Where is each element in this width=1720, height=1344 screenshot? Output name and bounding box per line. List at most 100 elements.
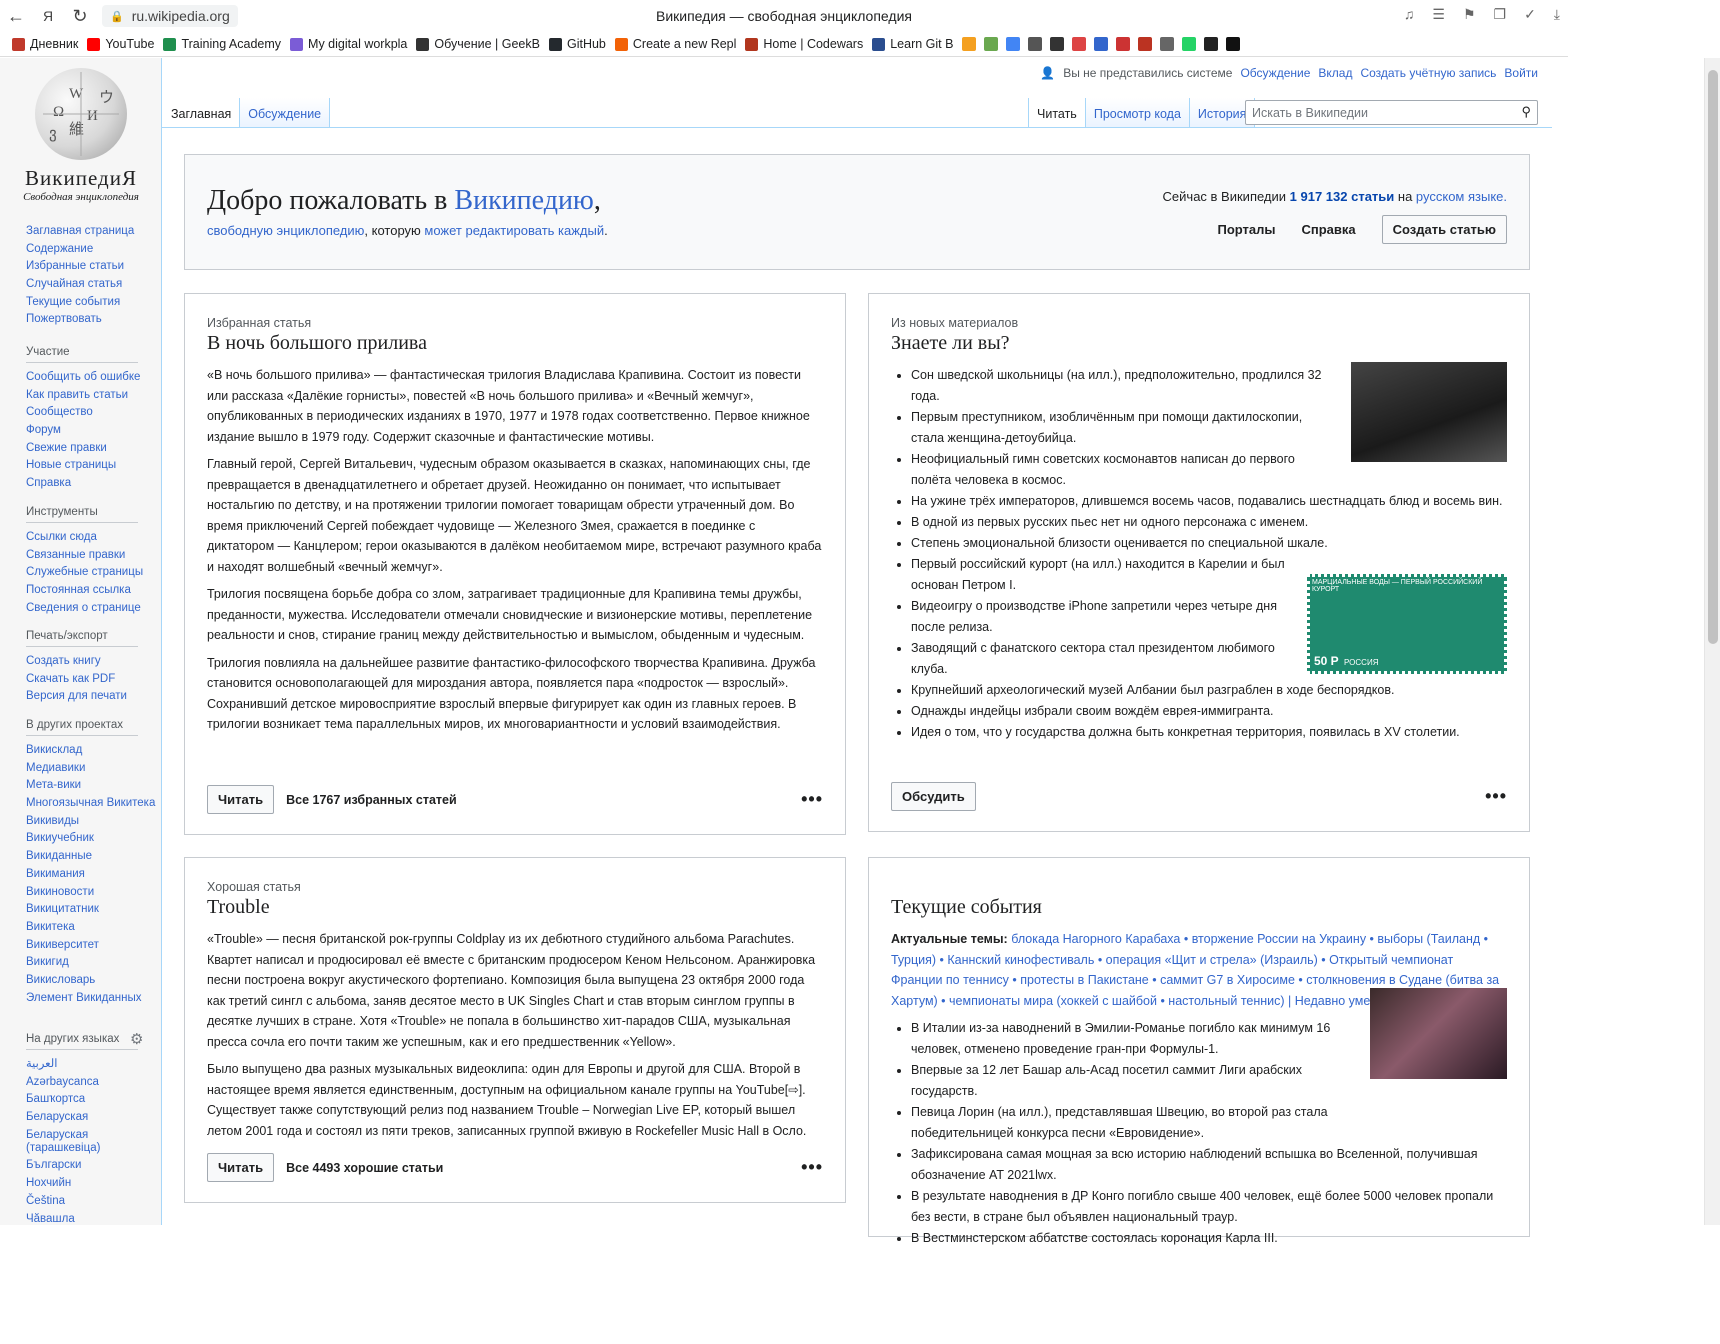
sidebar-link[interactable]: العربية xyxy=(26,1058,161,1071)
extension-icon[interactable]: ✓ xyxy=(1524,6,1536,23)
tab-main-page[interactable]: Заглавная xyxy=(162,98,241,128)
create-account-link[interactable]: Создать учётную запись xyxy=(1360,66,1496,80)
good-read-button[interactable]: Читать xyxy=(207,1153,275,1182)
sidebar-link[interactable]: Ссылки сюда xyxy=(26,531,143,544)
good-title[interactable]: Trouble xyxy=(207,896,823,919)
sidebar-link[interactable]: Содержание xyxy=(26,243,134,256)
more-options-icon[interactable]: ••• xyxy=(801,1157,823,1178)
bookmark-item[interactable]: Training Academy xyxy=(163,37,281,51)
bookmark-icon[interactable] xyxy=(1226,37,1241,51)
tab-view-source[interactable]: Просмотр кода xyxy=(1085,98,1190,128)
sidebar-link[interactable]: Версия для печати xyxy=(26,690,138,703)
bookmark-icon[interactable] xyxy=(1006,37,1021,51)
sidebar-link[interactable]: Български xyxy=(26,1159,161,1172)
download-icon[interactable]: ⤓ xyxy=(1554,6,1560,23)
wikipedia-logo[interactable]: WΩ И 維ウ ვ ВикипедиЯ Свободная энциклопедия xyxy=(18,68,144,203)
yandex-icon[interactable]: Я xyxy=(32,0,64,32)
sidebar-link[interactable]: Викимания xyxy=(26,868,155,881)
sidebar-link[interactable]: Викисловарь xyxy=(26,974,155,987)
bookmark-icon[interactable] xyxy=(962,37,977,51)
all-featured-link[interactable]: Все 1767 избранных статей xyxy=(286,793,457,807)
headphones-icon[interactable]: ♫ xyxy=(1404,6,1415,23)
back-icon[interactable]: ← xyxy=(0,0,32,32)
contributions-link[interactable]: Вклад xyxy=(1318,66,1352,80)
bookmark-item[interactable]: GitHub xyxy=(548,37,606,51)
sidebar-link[interactable]: Нохчийн xyxy=(26,1177,161,1190)
sidebar-link[interactable]: Случайная статья xyxy=(26,278,134,291)
bookmark-item[interactable]: My digital workpla xyxy=(290,37,407,51)
bookmark-item[interactable]: Home | Codewars xyxy=(745,37,863,51)
singer-image[interactable] xyxy=(1370,988,1507,1079)
sidebar-link[interactable]: Azərbaycanca xyxy=(26,1076,161,1089)
sidebar-link[interactable]: Заглавная страница xyxy=(26,225,134,238)
sidebar-link[interactable]: Беларуская (тарашкевіца) xyxy=(26,1129,161,1155)
bookmark-item[interactable]: Обучение | GeekB xyxy=(416,37,540,51)
all-good-link[interactable]: Все 4493 хорошие статьи xyxy=(286,1161,443,1175)
language-settings-icon[interactable]: ⚙ xyxy=(130,1030,143,1048)
search-input[interactable]: Искать в Википедии ⚲ xyxy=(1245,100,1538,125)
sidebar-link[interactable]: Форум xyxy=(26,424,140,437)
sidebar-link[interactable]: Сообщить об ошибке xyxy=(26,371,140,384)
bookmark-icon[interactable] xyxy=(984,37,999,51)
sidebar-link[interactable]: Связанные правки xyxy=(26,549,143,562)
sidebar-link[interactable]: Викивиды xyxy=(26,815,155,828)
create-article-button[interactable]: Создать статью xyxy=(1381,215,1507,244)
sidebar-link[interactable]: Новые страницы xyxy=(26,459,140,472)
bookmark-icon[interactable] xyxy=(1138,37,1153,51)
bookmark-icon[interactable] xyxy=(1028,37,1043,51)
sidebar-link[interactable]: Сообщество xyxy=(26,406,140,419)
bookmark-icon[interactable] xyxy=(1160,37,1175,51)
sidebar-link[interactable]: Служебные страницы xyxy=(26,566,143,579)
search-icon[interactable]: ⚲ xyxy=(1521,104,1531,120)
stat-count-link[interactable]: 1 917 132 статьи xyxy=(1290,189,1395,204)
bookmark-icon[interactable] xyxy=(1182,37,1197,51)
free-encyclopedia-link[interactable]: свободную энциклопедию xyxy=(207,223,364,238)
scrollbar[interactable] xyxy=(1704,58,1720,1225)
more-options-icon[interactable]: ••• xyxy=(1485,786,1507,807)
welcome-wikipedia-link[interactable]: Википедию xyxy=(454,185,593,216)
sidebar-link[interactable]: Скачать как PDF xyxy=(26,673,138,686)
resort-stamp-image[interactable]: МАРЦИАЛЬНЫЕ ВОДЫ — ПЕРВЫЙ РОССИЙСКИЙ КУР… xyxy=(1307,574,1507,674)
sidebar-link[interactable]: Викиновости xyxy=(26,886,155,899)
sidebar-link[interactable]: Создать книгу xyxy=(26,655,138,668)
sidebar-link[interactable]: Избранные статьи xyxy=(26,260,134,273)
sleeping-girl-image[interactable] xyxy=(1351,362,1507,462)
collections-icon[interactable]: ❐ xyxy=(1494,6,1507,23)
sidebar-link[interactable]: Текущие события xyxy=(26,296,134,309)
reload-icon[interactable]: ↻ xyxy=(64,0,96,32)
sidebar-link[interactable]: Мета-вики xyxy=(26,779,155,792)
bookmark-item[interactable]: YouTube xyxy=(87,37,154,51)
sidebar-link[interactable]: Викицитатник xyxy=(26,903,155,916)
bookmark-icon[interactable] xyxy=(1072,37,1087,51)
bookmark-icon[interactable]: ⚑ xyxy=(1463,6,1476,23)
bookmark-icon[interactable] xyxy=(1116,37,1131,51)
scrollbar-thumb[interactable] xyxy=(1708,70,1718,644)
russian-language-link[interactable]: русском языке. xyxy=(1416,189,1507,204)
sidebar-link[interactable]: Викиверситет xyxy=(26,939,155,952)
bookmark-item[interactable]: Create a new Repl xyxy=(614,37,736,51)
more-options-icon[interactable]: ••• xyxy=(801,789,823,810)
login-link[interactable]: Войти xyxy=(1504,66,1538,80)
sidebar-link[interactable]: Элемент Викиданных xyxy=(26,992,155,1005)
tab-read[interactable]: Читать xyxy=(1028,98,1086,128)
featured-title[interactable]: В ночь большого прилива xyxy=(207,332,823,355)
sidebar-link[interactable]: Сведения о странице xyxy=(26,602,143,615)
sidebar-link[interactable]: Многоязычная Викитека xyxy=(26,797,155,810)
sidebar-link[interactable]: Чӑвашла xyxy=(26,1213,161,1226)
reader-icon[interactable]: ☰ xyxy=(1432,6,1445,23)
tab-talk[interactable]: Обсуждение xyxy=(240,98,331,128)
sidebar-link[interactable]: Викиданные xyxy=(26,850,155,863)
personal-talk-link[interactable]: Обсуждение xyxy=(1240,66,1310,80)
featured-read-button[interactable]: Читать xyxy=(207,785,275,814)
bookmark-item[interactable]: Дневник xyxy=(12,37,78,51)
sidebar-link[interactable]: Викитека xyxy=(26,921,155,934)
sidebar-link[interactable]: Справка xyxy=(26,477,140,490)
address-bar[interactable]: 🔒 ru.wikipedia.org xyxy=(102,5,238,27)
portals-link[interactable]: Порталы xyxy=(1217,222,1275,237)
bookmark-item[interactable]: Learn Git B xyxy=(872,37,953,51)
sidebar-link[interactable]: Čeština xyxy=(26,1195,161,1208)
discuss-button[interactable]: Обсудить xyxy=(891,782,976,811)
sidebar-link[interactable]: Свежие правки xyxy=(26,442,140,455)
bookmark-icon[interactable] xyxy=(1050,37,1065,51)
anyone-can-edit-link[interactable]: может редактировать каждый xyxy=(424,223,604,238)
